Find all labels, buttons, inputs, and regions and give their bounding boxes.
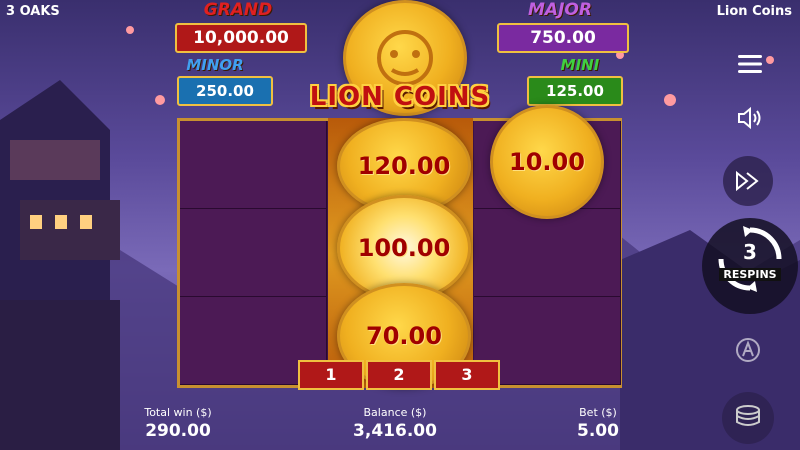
coin-value: 70.00 <box>366 322 442 350</box>
balance-label: Balance ($) <box>363 406 427 419</box>
bet-value: 5.00 <box>577 421 619 441</box>
mini-value: 125.00 <box>527 76 623 106</box>
coin-symbol: 10.00 <box>490 105 604 219</box>
coin-value: 100.00 <box>357 234 451 262</box>
balance-value: 3,416.00 <box>353 421 437 441</box>
turbo-button[interactable] <box>723 156 773 206</box>
coin-stack-icon <box>736 405 760 426</box>
minor-label: MINOR <box>186 56 244 74</box>
respin-position-3: 3 <box>434 360 500 390</box>
respin-label: RESPINS <box>719 267 781 281</box>
total-win-label: Total win ($) <box>144 406 212 419</box>
bet-label: Bet ($) <box>579 406 617 419</box>
sound-button[interactable] <box>728 96 772 140</box>
respin-counter: 3 RESPINS <box>702 218 798 314</box>
total-win-value: 290.00 <box>145 421 211 441</box>
reel-cell <box>180 209 327 297</box>
major-value: 750.00 <box>497 23 629 53</box>
coin-value: 10.00 <box>509 148 585 176</box>
grand-value: 10,000.00 <box>175 23 307 53</box>
respin-count: 3 <box>743 239 757 264</box>
grand-label: GRAND <box>203 0 273 20</box>
minor-value: 250.00 <box>177 76 273 106</box>
provider-logo: 3 OAKS <box>6 4 60 19</box>
autoplay-icon <box>736 338 760 362</box>
game-title: Lion Coins <box>716 4 792 19</box>
fast-forward-icon <box>736 170 759 192</box>
reel-cell <box>474 209 621 297</box>
respin-position-2: 2 <box>366 360 432 390</box>
reel-cell <box>180 121 327 209</box>
coin-value: 120.00 <box>357 152 451 180</box>
autoplay-button[interactable] <box>728 330 768 370</box>
sound-icon <box>738 106 761 130</box>
menu-button[interactable] <box>728 42 772 86</box>
mini-label: MINI <box>560 56 600 74</box>
major-label: MAJOR <box>528 0 592 20</box>
bet-settings-button[interactable] <box>722 392 774 444</box>
menu-icon <box>738 55 762 73</box>
game-logo: LION COINS <box>309 82 491 112</box>
respin-position-1: 1 <box>298 360 364 390</box>
